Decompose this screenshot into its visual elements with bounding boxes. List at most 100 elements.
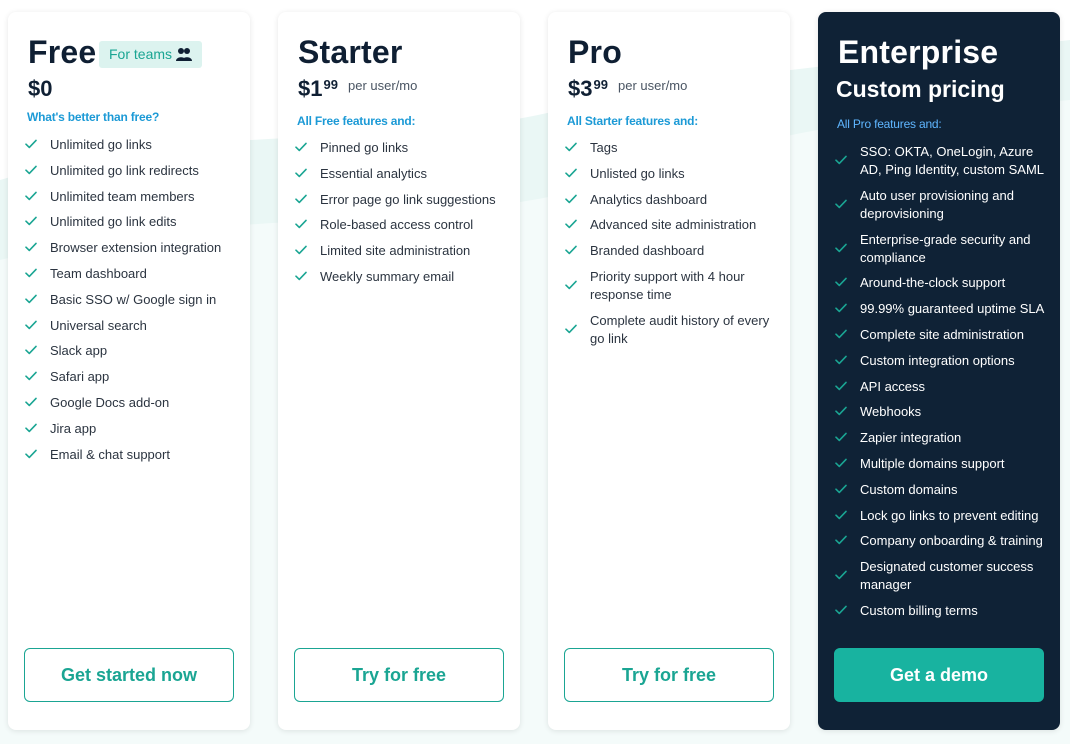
feature-label: Universal search bbox=[50, 317, 147, 333]
feature-item: Auto user provisioning and deprovisionin… bbox=[834, 187, 1054, 223]
get-a-demo-button[interactable]: Get a demo bbox=[834, 648, 1044, 702]
feature-item: Role-based access control bbox=[294, 216, 514, 234]
check-icon bbox=[25, 449, 37, 458]
feature-item: Unlimited go link redirects bbox=[24, 162, 244, 180]
feature-label: Zapier integration bbox=[860, 430, 962, 446]
plan-card-free: Free For teams $0 What's better than fre… bbox=[8, 12, 250, 730]
check-icon bbox=[835, 570, 847, 580]
feature-label: Auto user provisioning and deprovisionin… bbox=[860, 187, 1014, 221]
feature-item: Company onboarding & training bbox=[834, 532, 1054, 550]
feature-item: Error page go link suggestions bbox=[294, 191, 514, 209]
check-icon bbox=[565, 194, 577, 203]
per-user-label: per user/mo bbox=[348, 78, 418, 93]
feature-label: Custom billing terms bbox=[860, 602, 978, 618]
plan-name: Free bbox=[28, 34, 97, 70]
feature-label: Team dashboard bbox=[50, 265, 147, 281]
feature-item: Complete audit history of every go link bbox=[564, 312, 784, 348]
feature-item: Custom domains bbox=[834, 481, 1054, 499]
check-icon bbox=[565, 168, 577, 177]
check-icon bbox=[25, 371, 37, 381]
feature-item: Limited site administration bbox=[294, 242, 514, 260]
check-icon bbox=[25, 139, 37, 149]
feature-label: Jira app bbox=[50, 420, 97, 436]
feature-label: Designated customer success manager bbox=[860, 559, 1034, 593]
for-teams-badge: For teams bbox=[99, 41, 202, 68]
check-icon bbox=[835, 355, 847, 364]
feature-label: SSO: OKTA, OneLogin, Azure AD, Ping Iden… bbox=[860, 144, 1044, 177]
plan-card-pro: Pro $399 per user/mo All Starter feature… bbox=[548, 12, 790, 730]
feature-item: Around-the-clock support bbox=[834, 274, 1054, 292]
check-icon bbox=[25, 165, 37, 174]
feature-label: Safari app bbox=[50, 369, 110, 385]
check-icon bbox=[25, 294, 37, 303]
try-for-free-button[interactable]: Try for free bbox=[294, 648, 504, 702]
feature-label: Analytics dashboard bbox=[590, 191, 708, 207]
feature-label: Unlimited go links bbox=[50, 137, 152, 152]
check-icon bbox=[565, 142, 577, 152]
price-dollars: $1 bbox=[298, 76, 323, 101]
feature-label: Pinned go links bbox=[320, 140, 409, 155]
feature-item: Lock go links to prevent editing bbox=[834, 507, 1054, 525]
plan-name: Pro bbox=[568, 34, 622, 70]
feature-label: Branded dashboard bbox=[590, 243, 705, 259]
custom-pricing-label: Custom pricing bbox=[836, 76, 1005, 102]
feature-label: Complete audit history of every go link bbox=[590, 312, 770, 346]
feature-item: Analytics dashboard bbox=[564, 191, 784, 209]
check-icon bbox=[25, 345, 37, 355]
plan-name: Enterprise bbox=[838, 34, 999, 70]
feature-label: Company onboarding & training bbox=[860, 533, 1043, 549]
check-icon bbox=[835, 199, 847, 208]
check-icon bbox=[295, 142, 307, 152]
plan-price: $199 bbox=[298, 76, 338, 102]
check-icon bbox=[835, 458, 847, 468]
feature-item: Browser extension integration bbox=[24, 239, 244, 257]
feature-label: Error page go link suggestions bbox=[320, 191, 496, 207]
plan-card-starter: Starter $199 per user/mo All Free featur… bbox=[278, 12, 520, 730]
check-icon bbox=[835, 535, 847, 545]
check-icon bbox=[295, 219, 307, 229]
feature-item: Weekly summary email bbox=[294, 268, 514, 286]
feature-item: Essential analytics bbox=[294, 165, 514, 183]
check-icon bbox=[565, 245, 577, 255]
feature-item: API access bbox=[834, 378, 1054, 396]
feature-item: Branded dashboard bbox=[564, 242, 784, 260]
feature-item: Webhooks bbox=[834, 403, 1054, 421]
plan-name: Starter bbox=[298, 34, 403, 70]
check-icon bbox=[25, 191, 37, 200]
feature-item: Email & chat support bbox=[24, 446, 244, 464]
check-icon bbox=[25, 242, 37, 252]
feature-label: Limited site administration bbox=[320, 243, 471, 259]
plan-price: $399 bbox=[568, 76, 608, 102]
price-dollars: $3 bbox=[568, 76, 593, 101]
try-for-free-button[interactable]: Try for free bbox=[564, 648, 774, 702]
per-user-label: per user/mo bbox=[618, 78, 688, 93]
check-icon bbox=[565, 324, 577, 333]
badge-label: For teams bbox=[109, 46, 173, 62]
plan-price: $0 bbox=[28, 76, 53, 101]
check-icon bbox=[835, 605, 847, 615]
feature-label: Weekly summary email bbox=[320, 268, 455, 284]
check-icon bbox=[835, 155, 847, 165]
check-icon bbox=[835, 329, 847, 339]
feature-label: Enterprise-grade security and compliance bbox=[860, 231, 1031, 265]
price-cents: 99 bbox=[593, 77, 608, 92]
features-subhead: What's better than free? bbox=[27, 110, 160, 124]
feature-label: Browser extension integration bbox=[50, 240, 222, 256]
feature-item: Designated customer success manager bbox=[834, 558, 1054, 594]
check-icon bbox=[835, 432, 847, 442]
feature-item: Custom billing terms bbox=[834, 602, 1054, 620]
check-icon bbox=[295, 271, 307, 281]
feature-item: Advanced site administration bbox=[564, 216, 784, 234]
check-icon bbox=[295, 194, 307, 203]
get-started-button[interactable]: Get started now bbox=[24, 648, 234, 702]
feature-label: Role-based access control bbox=[320, 217, 474, 233]
check-icon bbox=[565, 219, 577, 229]
feature-item: Zapier integration bbox=[834, 429, 1054, 447]
feature-label: Email & chat support bbox=[50, 446, 170, 462]
check-icon bbox=[835, 484, 847, 493]
feature-label: Lock go links to prevent editing bbox=[860, 507, 1039, 523]
feature-label: Slack app bbox=[50, 343, 108, 359]
feature-label: 99.99% guaranteed uptime SLA bbox=[860, 301, 1045, 317]
feature-item: Team dashboard bbox=[24, 265, 244, 283]
feature-item: Jira app bbox=[24, 420, 244, 438]
